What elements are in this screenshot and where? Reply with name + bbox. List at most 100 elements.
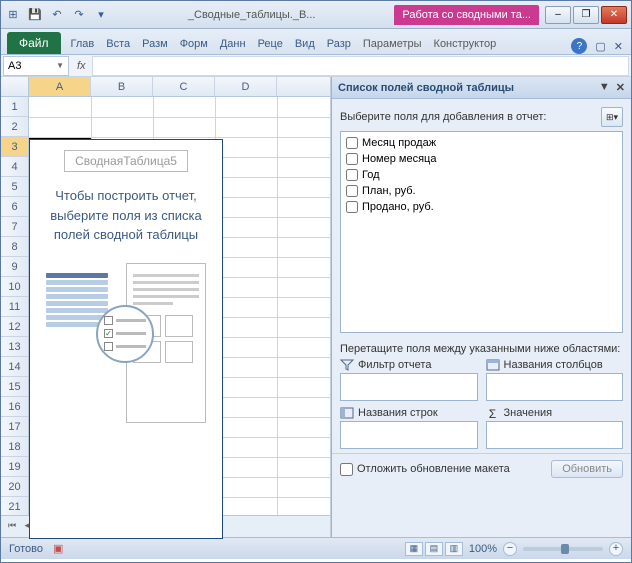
field-item[interactable]: Год bbox=[344, 167, 619, 183]
tab-insert[interactable]: Вста bbox=[100, 34, 136, 54]
field-checkbox[interactable] bbox=[346, 185, 358, 197]
tab-data[interactable]: Данн bbox=[214, 34, 252, 54]
row-header[interactable]: 4 bbox=[1, 157, 28, 177]
field-checkbox[interactable] bbox=[346, 201, 358, 213]
row-header[interactable]: 17 bbox=[1, 417, 28, 437]
row-header[interactable]: 13 bbox=[1, 337, 28, 357]
workbook-close-icon[interactable]: ✕ bbox=[614, 40, 623, 53]
row-header[interactable]: 8 bbox=[1, 237, 28, 257]
pivot-illustration: ✓ bbox=[46, 263, 206, 433]
row-header[interactable]: 1 bbox=[1, 97, 28, 117]
field-checkbox[interactable] bbox=[346, 153, 358, 165]
pane-title-bar[interactable]: Список полей сводной таблицы ▼ ✕ bbox=[332, 77, 631, 99]
row-header[interactable]: 12 bbox=[1, 317, 28, 337]
pivot-table-name: СводнаяТаблица5 bbox=[64, 150, 188, 172]
col-header-c[interactable]: C bbox=[153, 77, 215, 96]
restore-button[interactable]: ❐ bbox=[573, 6, 599, 24]
field-item[interactable]: Продано, руб. bbox=[344, 199, 619, 215]
file-tab[interactable]: Файл bbox=[7, 32, 61, 54]
zoom-in-button[interactable]: + bbox=[609, 542, 623, 556]
chevron-down-icon[interactable]: ▼ bbox=[56, 61, 64, 70]
row-header[interactable]: 18 bbox=[1, 437, 28, 457]
minimize-ribbon-icon[interactable]: ▢ bbox=[595, 40, 605, 53]
tab-nav-first[interactable]: ⏮ bbox=[5, 520, 19, 534]
pivot-placeholder[interactable]: СводнаяТаблица5 Чтобы построить отчет, в… bbox=[29, 139, 223, 539]
rows-drop-zone[interactable] bbox=[340, 421, 478, 449]
tab-design[interactable]: Конструктор bbox=[428, 34, 503, 54]
qat-dropdown-icon[interactable]: ▾ bbox=[93, 7, 109, 23]
col-header-d[interactable]: D bbox=[215, 77, 277, 96]
tab-formulas[interactable]: Форм bbox=[174, 34, 214, 54]
page-break-view-button[interactable]: ▥ bbox=[445, 542, 463, 556]
zoom-level[interactable]: 100% bbox=[469, 543, 497, 555]
zoom-out-button[interactable]: − bbox=[503, 542, 517, 556]
row-header[interactable]: 14 bbox=[1, 357, 28, 377]
row-header[interactable]: 15 bbox=[1, 377, 28, 397]
field-list[interactable]: Месяц продаж Номер месяца ГодПлан, руб.Про… bbox=[340, 131, 623, 333]
field-checkbox[interactable] bbox=[346, 169, 358, 181]
columns-drop-zone[interactable] bbox=[486, 373, 624, 401]
zoom-slider[interactable] bbox=[523, 547, 603, 551]
field-checkbox[interactable] bbox=[346, 137, 358, 149]
name-box[interactable]: A3 ▼ bbox=[3, 56, 69, 76]
rows-area[interactable]: Названия строк bbox=[340, 405, 478, 449]
name-box-value: A3 bbox=[8, 60, 21, 72]
undo-icon[interactable]: ↶ bbox=[49, 7, 65, 23]
select-all-corner[interactable] bbox=[1, 77, 29, 96]
redo-icon[interactable]: ↷ bbox=[71, 7, 87, 23]
layout-button[interactable]: ⊞▾ bbox=[601, 107, 623, 127]
row-header[interactable]: 6 bbox=[1, 197, 28, 217]
save-icon[interactable]: 💾 bbox=[27, 7, 43, 23]
row-header[interactable]: 2 bbox=[1, 117, 28, 137]
columns-area[interactable]: Названия столбцов bbox=[486, 357, 624, 401]
minimize-button[interactable]: – bbox=[545, 6, 571, 24]
contextual-tab-header: Работа со сводными та... bbox=[394, 5, 539, 25]
filter-area[interactable]: Фильтр отчета bbox=[340, 357, 478, 401]
row-header[interactable]: 21 bbox=[1, 497, 28, 515]
field-item[interactable]: Номер месяца bbox=[344, 151, 619, 167]
status-ready: Готово bbox=[9, 543, 43, 555]
defer-update-checkbox[interactable]: Отложить обновление макета bbox=[340, 463, 510, 476]
sigma-icon: Σ bbox=[486, 407, 500, 419]
normal-view-button[interactable]: ▦ bbox=[405, 542, 423, 556]
title-bar: ⊞ 💾 ↶ ↷ ▾ _Сводные_таблицы._В... Работа … bbox=[1, 1, 631, 29]
formula-bar-row: A3 ▼ fx bbox=[1, 55, 631, 77]
tab-view[interactable]: Вид bbox=[289, 34, 321, 54]
row-header[interactable]: 16 bbox=[1, 397, 28, 417]
pane-menu-icon[interactable]: ▼ bbox=[599, 81, 610, 94]
values-drop-zone[interactable] bbox=[486, 421, 624, 449]
pane-title: Список полей сводной таблицы bbox=[338, 82, 514, 94]
row-header[interactable]: 3 bbox=[1, 137, 28, 157]
worksheet-area: A B C D 12345678910111213141516171819202… bbox=[1, 77, 331, 537]
row-header[interactable]: 20 bbox=[1, 477, 28, 497]
row-header[interactable]: 9 bbox=[1, 257, 28, 277]
tab-home[interactable]: Глав bbox=[65, 34, 101, 54]
filter-drop-zone[interactable] bbox=[340, 373, 478, 401]
pane-subtitle: Выберите поля для добавления в отчет: bbox=[340, 111, 546, 123]
row-header[interactable]: 10 bbox=[1, 277, 28, 297]
values-area[interactable]: ΣЗначения bbox=[486, 405, 624, 449]
tab-developer[interactable]: Разр bbox=[321, 34, 357, 54]
pane-close-icon[interactable]: ✕ bbox=[616, 81, 625, 94]
row-header[interactable]: 11 bbox=[1, 297, 28, 317]
row-header[interactable]: 19 bbox=[1, 457, 28, 477]
field-label: Номер месяца bbox=[362, 153, 436, 165]
fx-icon[interactable]: fx bbox=[71, 60, 92, 72]
status-bar: Готово ▣ ▦ ▤ ▥ 100% − + bbox=[1, 537, 631, 559]
close-button[interactable]: ✕ bbox=[601, 6, 627, 24]
col-header-a[interactable]: A bbox=[29, 77, 91, 96]
page-layout-view-button[interactable]: ▤ bbox=[425, 542, 443, 556]
row-header[interactable]: 5 bbox=[1, 177, 28, 197]
tab-layout[interactable]: Разм bbox=[136, 34, 174, 54]
field-item[interactable]: План, руб. bbox=[344, 183, 619, 199]
macro-record-icon[interactable]: ▣ bbox=[53, 542, 63, 555]
row-header[interactable]: 7 bbox=[1, 217, 28, 237]
col-header-b[interactable]: B bbox=[91, 77, 153, 96]
column-headers: A B C D bbox=[1, 77, 330, 97]
help-icon[interactable]: ? bbox=[571, 38, 587, 54]
formula-input[interactable] bbox=[92, 56, 629, 76]
field-item[interactable]: Месяц продаж bbox=[344, 135, 619, 151]
tab-review[interactable]: Реце bbox=[252, 34, 289, 54]
refresh-button[interactable]: Обновить bbox=[551, 460, 623, 478]
tab-options[interactable]: Параметры bbox=[357, 34, 428, 54]
